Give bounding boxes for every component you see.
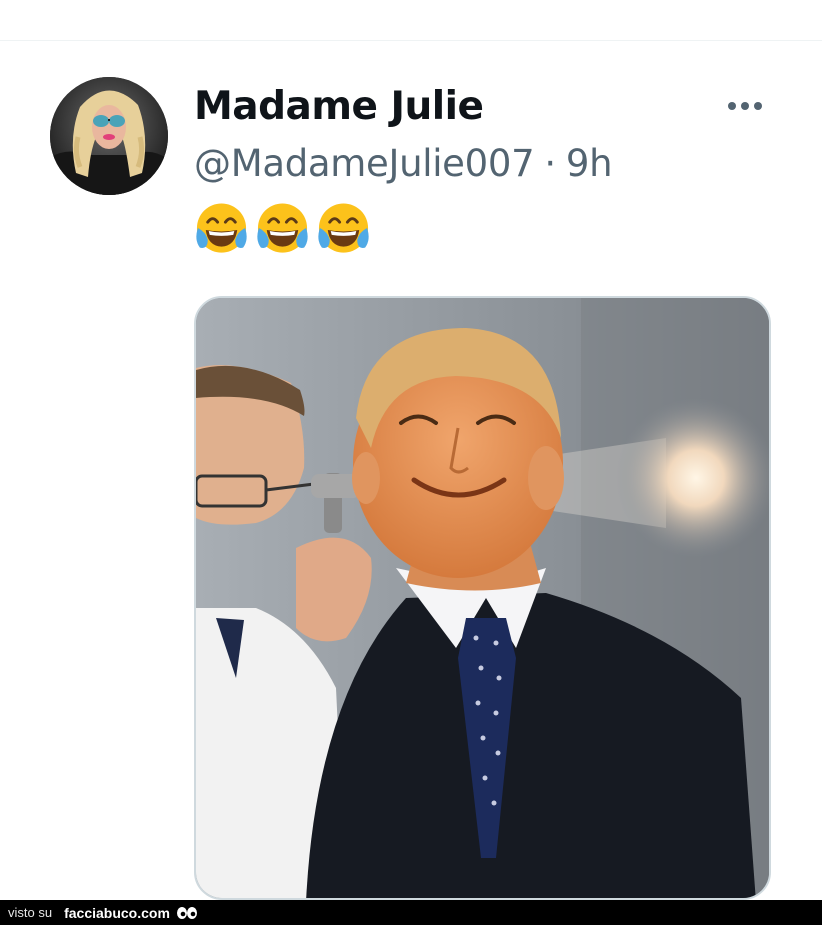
author-avatar[interactable] [50,77,168,195]
tweet-timestamp[interactable]: 9h [566,142,613,185]
footer-prefix: visto su [8,905,53,920]
tweet-text [194,200,371,264]
author-handle[interactable]: @MadameJulie007 [194,142,535,185]
face-with-tears-of-joy-icon [257,203,308,253]
tweet-page: Madame Julie @MadameJulie007 · 9h visto … [0,0,822,925]
footer-brand-link[interactable]: facciabuco.com [64,905,170,921]
more-horizontal-icon-dot [741,102,749,110]
more-options-button[interactable] [716,88,774,124]
tweet-media-photo[interactable] [194,296,771,900]
more-horizontal-icon [728,102,736,110]
author-display-name[interactable]: Madame Julie [194,84,484,129]
watermark-footer: visto su facciabuco.com [0,900,822,925]
eyes-icon [176,906,197,919]
avatar-photo [50,77,168,195]
face-with-tears-of-joy-icon [196,203,247,253]
top-divider [0,40,822,41]
face-with-tears-of-joy-icon [318,203,369,253]
meta-separator: · [544,142,556,185]
tweet-meta: @MadameJulie007 · 9h [194,142,613,185]
more-horizontal-icon-dot [754,102,762,110]
photo-illustration [196,298,769,898]
